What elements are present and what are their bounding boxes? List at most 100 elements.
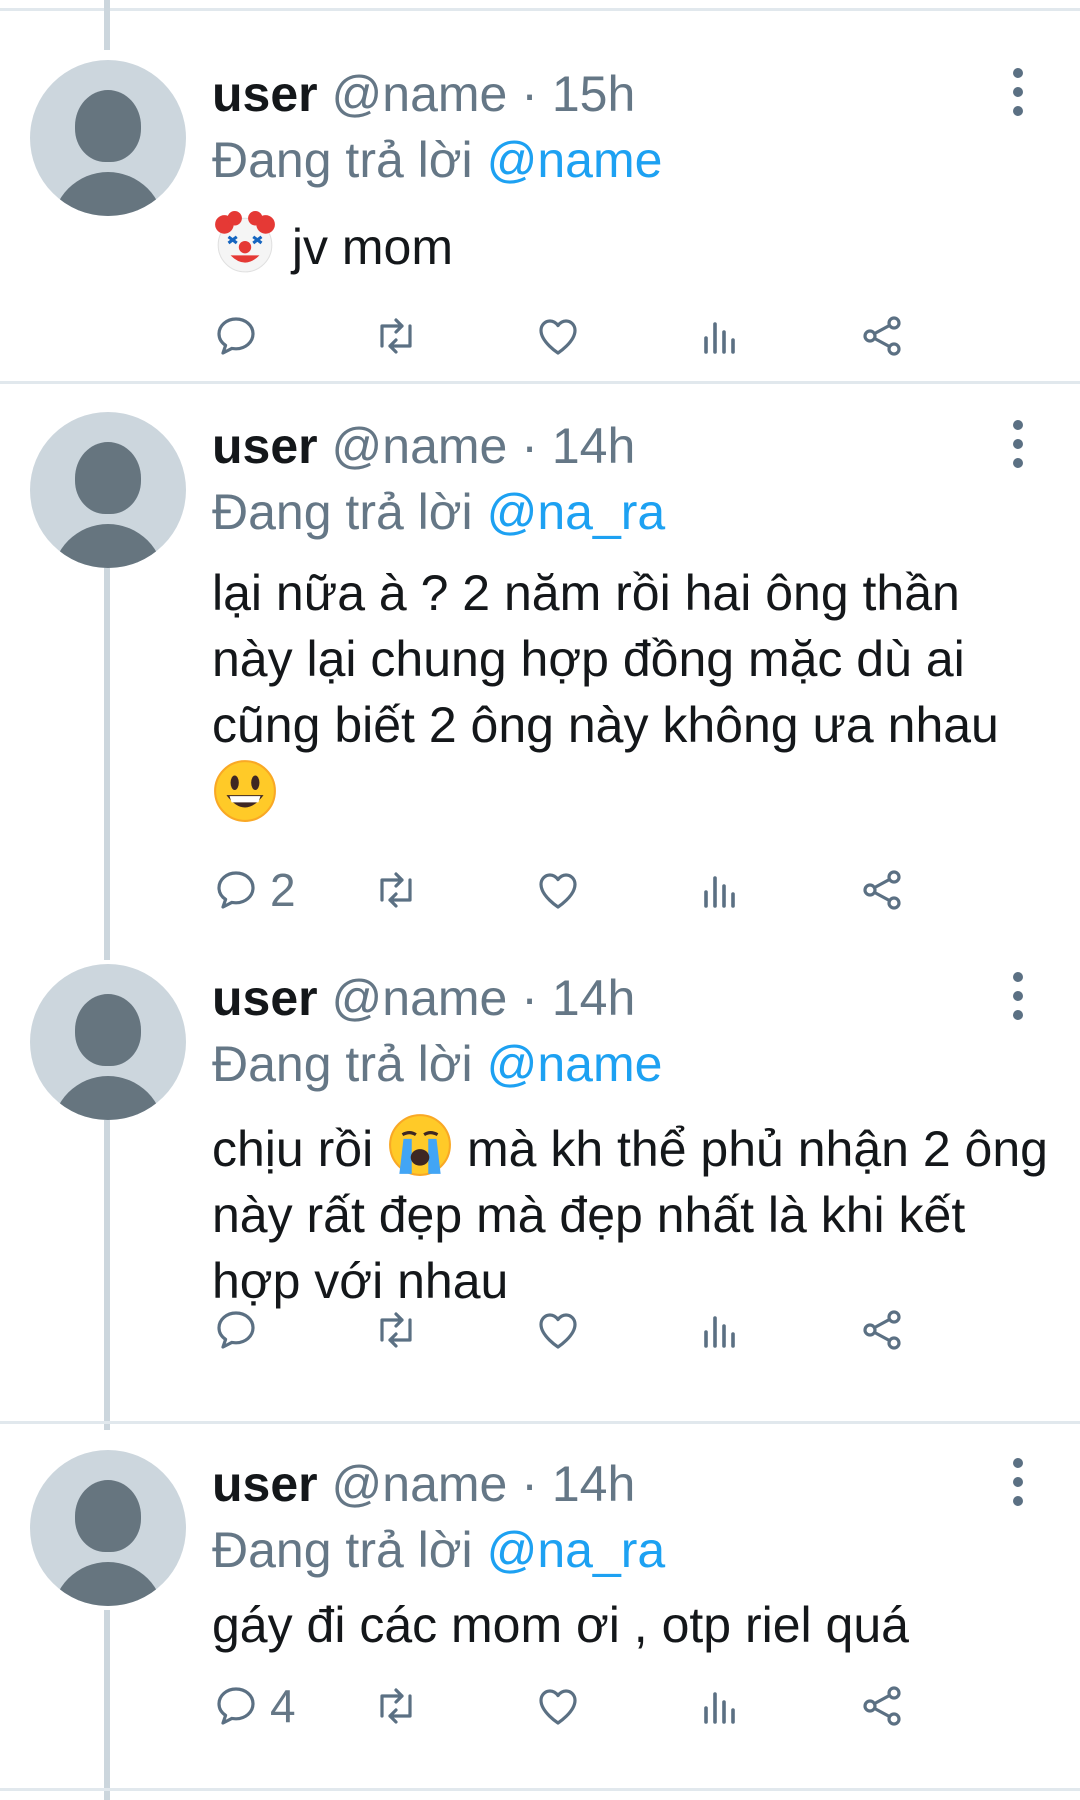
timestamp[interactable]: 14h	[552, 418, 635, 474]
separator-dot: ·	[521, 970, 538, 1026]
grinning-face-icon	[214, 760, 276, 822]
tweet-text: jv mom	[212, 210, 1052, 280]
retweet-button[interactable]	[372, 308, 420, 364]
retweet-icon	[380, 1688, 412, 1724]
handle[interactable]: @name	[332, 1456, 508, 1512]
heart-icon	[539, 319, 577, 355]
timestamp[interactable]: 14h	[552, 1456, 635, 1512]
reply-mention[interactable]: @na_ra	[487, 484, 666, 540]
avatar[interactable]	[30, 60, 186, 216]
analytics-icon	[704, 876, 735, 908]
like-button[interactable]	[534, 1302, 582, 1358]
reply-button[interactable]: 2	[212, 862, 296, 918]
handle[interactable]: @name	[332, 66, 508, 122]
analytics-button[interactable]	[696, 308, 744, 364]
handle[interactable]: @name	[332, 970, 508, 1026]
reply-prefix: Đang trả lời	[212, 484, 473, 540]
tweet[interactable]: user @name · 15h Đang trả lời @name jv m…	[0, 0, 1080, 384]
share-icon	[863, 1686, 901, 1726]
reply-prefix: Đang trả lời	[212, 1036, 473, 1092]
loudly-crying-face-icon	[389, 1114, 452, 1176]
analytics-button[interactable]	[696, 1302, 744, 1358]
action-bar	[212, 1302, 1032, 1358]
reply-prefix: Đang trả lời	[212, 132, 473, 188]
like-button[interactable]	[534, 1678, 582, 1734]
tweet[interactable]: user @name · 14h Đang trả lời @na_ra lại…	[0, 384, 1080, 934]
retweet-button[interactable]	[372, 1678, 420, 1734]
share-button[interactable]	[858, 1302, 906, 1358]
action-bar: 2	[212, 862, 1032, 918]
share-icon	[863, 1310, 901, 1350]
reply-button[interactable]	[212, 1302, 270, 1358]
clown-face-icon	[215, 211, 275, 273]
timestamp[interactable]: 14h	[552, 970, 635, 1026]
retweet-icon	[380, 1312, 412, 1348]
reply-context: Đang trả lời @na_ra	[212, 480, 665, 544]
avatar[interactable]	[30, 964, 186, 1120]
reply-context: Đang trả lời @name	[212, 128, 662, 192]
tweet[interactable]: user @name · 14h Đang trả lời @name chịu…	[0, 934, 1080, 1424]
more-options-button[interactable]	[1006, 972, 1030, 1020]
tweet-text: lại nữa à ? 2 năm rồi hai ông thần này l…	[212, 560, 1052, 828]
more-options-button[interactable]	[1006, 68, 1030, 116]
separator-dot: ·	[521, 66, 538, 122]
reply-icon	[217, 317, 255, 355]
tweet-text: gáy đi các mom ơi , otp riel quá	[212, 1592, 1052, 1658]
tweet-header: user @name · 14h	[212, 414, 635, 478]
display-name[interactable]: user	[212, 418, 318, 474]
retweet-icon	[380, 318, 412, 354]
analytics-button[interactable]	[696, 1678, 744, 1734]
tweet-text: chịu rồi mà kh thể phủ nhận 2 ông này rấ…	[212, 1112, 1052, 1314]
retweet-icon	[380, 872, 412, 908]
separator-dot: ·	[521, 1456, 538, 1512]
heart-icon	[539, 1689, 577, 1725]
reply-context: Đang trả lời @na_ra	[212, 1518, 665, 1582]
like-button[interactable]	[534, 308, 582, 364]
reply-mention[interactable]: @name	[487, 1036, 663, 1092]
display-name[interactable]: user	[212, 1456, 318, 1512]
retweet-button[interactable]	[372, 1302, 420, 1358]
analytics-button[interactable]	[696, 862, 744, 918]
timestamp[interactable]: 15h	[552, 66, 635, 122]
reply-button[interactable]: 4	[212, 1678, 296, 1734]
avatar[interactable]	[30, 1450, 186, 1606]
analytics-icon	[704, 322, 735, 354]
tweet[interactable]: user @name · 14h Đang trả lời @na_ra gáy…	[0, 1424, 1080, 1800]
tweet-text-before: chịu rồi	[212, 1121, 388, 1177]
tweet-text-before: gáy đi các mom ơi , otp riel quá	[212, 1597, 909, 1653]
reply-mention[interactable]: @name	[487, 132, 663, 188]
divider	[0, 1788, 1080, 1791]
more-options-button[interactable]	[1006, 1458, 1030, 1506]
more-options-button[interactable]	[1006, 420, 1030, 468]
separator-dot: ·	[521, 418, 538, 474]
share-icon	[863, 316, 901, 356]
like-button[interactable]	[534, 862, 582, 918]
share-icon	[863, 870, 901, 910]
tweet-header: user @name · 14h	[212, 1452, 635, 1516]
retweet-button[interactable]	[372, 862, 420, 918]
reply-mention[interactable]: @na_ra	[487, 1522, 666, 1578]
action-bar	[212, 308, 1032, 364]
action-bar: 4	[212, 1678, 1032, 1734]
reply-prefix: Đang trả lời	[212, 1522, 473, 1578]
display-name[interactable]: user	[212, 970, 318, 1026]
tweet-header: user @name · 15h	[212, 62, 635, 126]
reply-icon	[217, 1687, 255, 1725]
heart-icon	[539, 873, 577, 909]
reply-icon	[217, 871, 255, 909]
share-button[interactable]	[858, 308, 906, 364]
analytics-icon	[704, 1316, 735, 1348]
reply-count: 4	[270, 1680, 296, 1732]
reply-button[interactable]	[212, 308, 270, 364]
share-button[interactable]	[858, 862, 906, 918]
tweet-feed: user @name · 15h Đang trả lời @name jv m…	[0, 0, 1080, 1800]
analytics-icon	[704, 1692, 735, 1724]
share-button[interactable]	[858, 1678, 906, 1734]
handle[interactable]: @name	[332, 418, 508, 474]
reply-icon	[217, 1311, 255, 1349]
display-name[interactable]: user	[212, 66, 318, 122]
tweet-text-after: jv mom	[278, 219, 453, 275]
heart-icon	[539, 1313, 577, 1349]
avatar[interactable]	[30, 412, 186, 568]
tweet-header: user @name · 14h	[212, 966, 635, 1030]
